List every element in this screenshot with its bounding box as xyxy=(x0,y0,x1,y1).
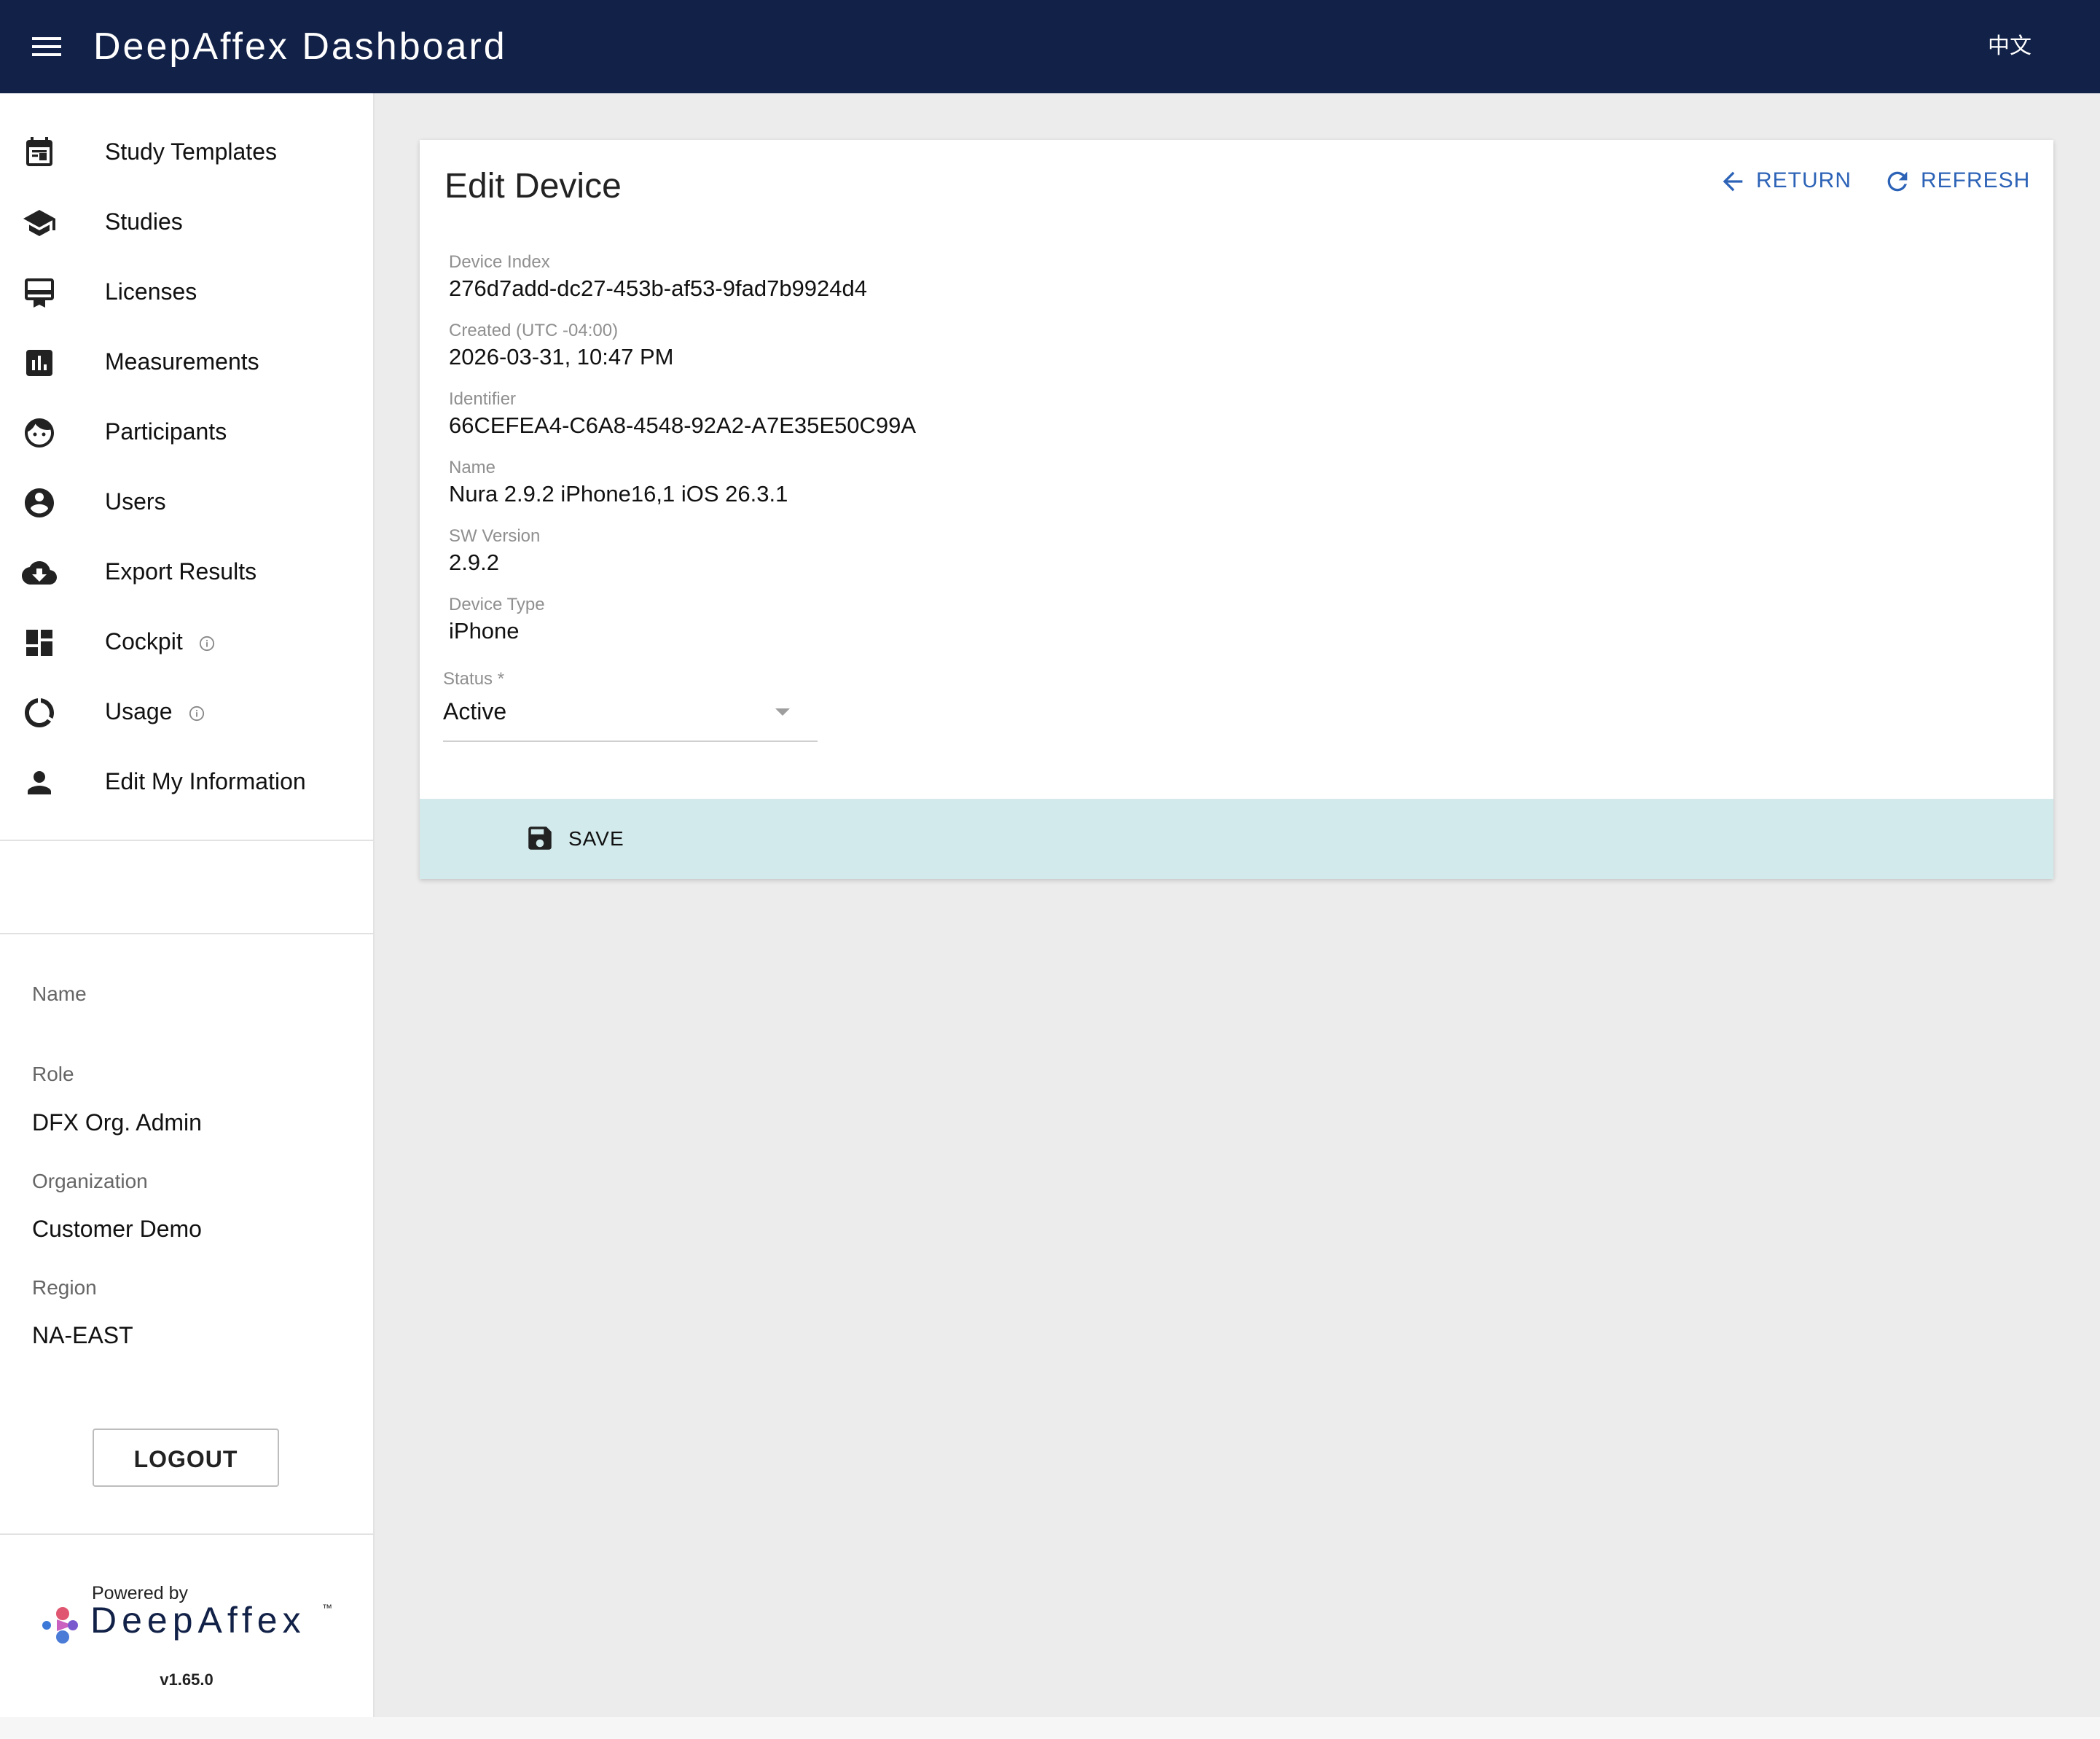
sidebar-item-participants[interactable]: Participants xyxy=(0,396,373,466)
donut-icon xyxy=(22,695,57,730)
card-membership-icon xyxy=(22,275,57,310)
device-type-label: Device Type xyxy=(449,595,545,614)
bar-chart-icon xyxy=(22,345,57,380)
sidebar-item-licenses[interactable]: Licenses xyxy=(0,257,373,327)
region-label: Region xyxy=(32,1276,97,1299)
device-index-label: Device Index xyxy=(449,252,550,272)
sidebar-item-label: Studies xyxy=(105,208,183,235)
created-value: 2026-03-31, 10:47 PM xyxy=(449,344,674,370)
sidebar-item-export-results[interactable]: Export Results xyxy=(0,536,373,606)
device-name-label: Name xyxy=(449,458,496,477)
language-toggle-button[interactable]: 中文 xyxy=(1988,0,2032,93)
sidebar-item-label: Measurements xyxy=(105,348,259,375)
created-label: Created (UTC -04:00) xyxy=(449,321,619,340)
sidebar-item-usage[interactable]: Usage xyxy=(0,676,373,746)
device-type-value: iPhone xyxy=(449,618,520,644)
sidebar-divider xyxy=(0,1533,373,1535)
dashboard-icon xyxy=(22,625,57,660)
card-footer: SAVE xyxy=(420,799,2053,879)
bottom-strip xyxy=(0,1717,2100,1739)
sw-version-label: SW Version xyxy=(449,526,541,546)
sidebar-item-label: Cockpit xyxy=(105,606,215,676)
device-index-value: 276d7add-dc27-453b-af53-9fad7b9924d4 xyxy=(449,275,867,301)
sw-version-value: 2.9.2 xyxy=(449,550,499,575)
identifier-label: Identifier xyxy=(449,389,517,409)
logout-button[interactable]: LOGOUT xyxy=(93,1429,279,1487)
refresh-label: REFRESH xyxy=(1921,168,2031,192)
sidebar-item-edit-my-information[interactable]: Edit My Information xyxy=(0,746,373,816)
identifier-value: 66CEFEA4-C6A8-4548-92A2-A7E35E50C99A xyxy=(449,413,917,438)
device-name-value: Nura 2.9.2 iPhone16,1 iOS 26.3.1 xyxy=(449,481,788,507)
role-label: Role xyxy=(32,1063,74,1085)
graduation-cap-icon xyxy=(22,206,57,241)
dropdown-arrow-icon xyxy=(774,707,791,721)
organization-value: Customer Demo xyxy=(32,1216,202,1242)
sidebar-item-measurements[interactable]: Measurements xyxy=(0,327,373,396)
refresh-icon xyxy=(1887,171,1908,192)
sidebar-item-cockpit[interactable]: Cockpit xyxy=(0,606,373,676)
app-title: DeepAffex Dashboard xyxy=(93,26,507,68)
sidebar-divider xyxy=(0,840,373,841)
save-button[interactable]: SAVE xyxy=(507,813,642,864)
save-label: SAVE xyxy=(568,827,624,850)
deepaffex-logo-icon xyxy=(41,1603,85,1647)
sidebar-item-text: Cockpit xyxy=(105,628,183,654)
info-icon[interactable] xyxy=(189,706,205,722)
page-title: Edit Device xyxy=(444,167,622,206)
refresh-button[interactable]: REFRESH xyxy=(1883,162,2030,200)
name-label: Name xyxy=(32,982,87,1005)
sidebar: Study Templates Studies Licenses Measure… xyxy=(0,93,375,1717)
app-header: DeepAffex Dashboard 中文 xyxy=(0,0,2100,93)
calendar-icon xyxy=(22,136,57,171)
save-icon xyxy=(528,826,552,850)
face-icon xyxy=(22,415,57,450)
info-icon[interactable] xyxy=(199,636,215,652)
return-label: RETURN xyxy=(1756,168,1852,192)
sidebar-item-text: Usage xyxy=(105,698,173,724)
region-value: NA-EAST xyxy=(32,1322,133,1348)
return-button[interactable]: RETURN xyxy=(1718,162,1852,200)
sidebar-item-label: Edit My Information xyxy=(105,768,306,794)
sidebar-item-label: Participants xyxy=(105,418,227,445)
sidebar-item-studies[interactable]: Studies xyxy=(0,187,373,257)
sidebar-item-label: Export Results xyxy=(105,558,257,585)
cloud-download-icon xyxy=(22,555,57,590)
sidebar-item-label: Users xyxy=(105,488,166,515)
sidebar-item-study-templates[interactable]: Study Templates xyxy=(0,117,373,187)
status-label: Status * xyxy=(443,669,505,689)
sidebar-divider xyxy=(0,933,373,934)
account-circle-icon xyxy=(22,485,57,520)
status-select[interactable]: Active xyxy=(443,688,818,742)
sidebar-item-label: Usage xyxy=(105,676,205,746)
brand-name: DeepAffex xyxy=(90,1600,306,1641)
arrow-back-icon xyxy=(1723,171,1743,192)
sidebar-item-label: Study Templates xyxy=(105,138,277,165)
sidebar-item-users[interactable]: Users xyxy=(0,466,373,536)
person-icon xyxy=(22,765,57,800)
role-value: DFX Org. Admin xyxy=(32,1109,202,1136)
trademark-symbol: ™ xyxy=(322,1602,332,1614)
status-value: Active xyxy=(443,698,507,724)
organization-label: Organization xyxy=(32,1170,148,1192)
edit-device-card: Edit Device RETURN REFRESH Device Index … xyxy=(420,140,2053,879)
app-version: v1.65.0 xyxy=(160,1670,213,1689)
sidebar-item-label: Licenses xyxy=(105,278,197,305)
menu-icon[interactable] xyxy=(26,29,67,64)
